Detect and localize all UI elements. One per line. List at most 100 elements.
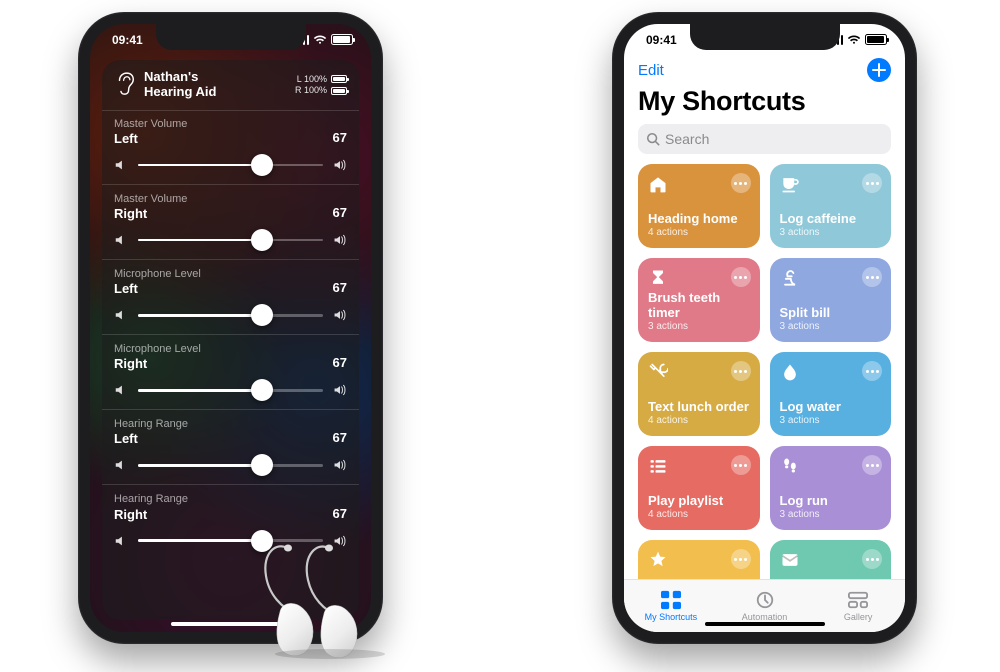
- plus-icon: [872, 63, 886, 77]
- tile-more-button[interactable]: [862, 267, 882, 287]
- shortcut-tile[interactable]: Text lunch order4 actions: [638, 352, 760, 436]
- slider-track[interactable]: [138, 239, 323, 242]
- hearing-aid-hardware-image: [252, 540, 402, 660]
- slider-side: Right: [114, 206, 347, 221]
- search-icon: [646, 132, 660, 146]
- slider[interactable]: [114, 383, 347, 397]
- tile-subtitle: 3 actions: [780, 227, 882, 238]
- slider[interactable]: [114, 458, 347, 472]
- slider-category: Master Volume: [114, 193, 347, 205]
- add-button[interactable]: [867, 58, 891, 82]
- slider-knob[interactable]: [251, 154, 273, 176]
- gallery-icon: [847, 590, 869, 610]
- tile-name: Log run: [780, 493, 882, 508]
- slider-knob[interactable]: [251, 304, 273, 326]
- tile-name: Brush teeth timer: [648, 290, 750, 320]
- wifi-icon: [847, 35, 861, 45]
- tile-name: Split bill: [780, 305, 882, 320]
- slider-side: Left: [114, 281, 347, 296]
- slider[interactable]: [114, 308, 347, 322]
- slider-group: Microphone LevelRight67: [102, 335, 359, 410]
- battery-icon: [331, 34, 353, 45]
- slider-category: Master Volume: [114, 118, 347, 130]
- tile-subtitle: 4 actions: [648, 509, 750, 520]
- status-time: 09:41: [112, 33, 143, 47]
- tile-subtitle: 3 actions: [648, 321, 750, 332]
- battery-mini-icon: [331, 75, 347, 83]
- slider-group: Master VolumeRight67: [102, 185, 359, 260]
- hearing-aid-panel: Nathan's Hearing Aid L 100% R 100% Maste…: [102, 60, 359, 620]
- tile-more-button[interactable]: [862, 549, 882, 569]
- shortcut-tile[interactable]: [770, 540, 892, 580]
- tile-subtitle: 4 actions: [648, 415, 750, 426]
- slider-group: Master VolumeLeft67: [102, 110, 359, 185]
- slider-value: 67: [333, 355, 347, 370]
- tile-more-button[interactable]: [731, 173, 751, 193]
- tab-gallery[interactable]: Gallery: [811, 580, 905, 632]
- search-placeholder: Search: [665, 131, 709, 147]
- slider[interactable]: [114, 158, 347, 172]
- volume-high-icon: [333, 458, 347, 472]
- slider-track[interactable]: [138, 464, 323, 467]
- slider-knob[interactable]: [251, 379, 273, 401]
- tile-name: Log water: [780, 399, 882, 414]
- volume-low-icon: [114, 534, 128, 548]
- tile-more-button[interactable]: [862, 455, 882, 475]
- tile-more-button[interactable]: [731, 267, 751, 287]
- slider-side: Right: [114, 507, 347, 522]
- slider[interactable]: [114, 233, 347, 247]
- slider-knob[interactable]: [251, 454, 273, 476]
- tile-more-button[interactable]: [731, 361, 751, 381]
- slider-value: 67: [333, 205, 347, 220]
- panel-header[interactable]: Nathan's Hearing Aid L 100% R 100%: [102, 60, 359, 111]
- tile-more-button[interactable]: [731, 549, 751, 569]
- shortcut-tile[interactable]: Split bill3 actions: [770, 258, 892, 342]
- slider-side: Left: [114, 431, 347, 446]
- shortcut-tile[interactable]: Heading home4 actions: [638, 164, 760, 248]
- slider-value: 67: [333, 280, 347, 295]
- shortcut-tile[interactable]: Log run3 actions: [770, 446, 892, 530]
- slider-category: Hearing Range: [114, 418, 347, 430]
- tile-more-button[interactable]: [731, 455, 751, 475]
- tile-more-button[interactable]: [862, 361, 882, 381]
- slider-side: Left: [114, 131, 347, 146]
- phone-shortcuts: 09:41 Edit My Shortcuts Search Heading h…: [612, 12, 917, 644]
- shortcut-tile[interactable]: Log water3 actions: [770, 352, 892, 436]
- slider-category: Microphone Level: [114, 343, 347, 355]
- slider-group: Hearing RangeLeft67: [102, 410, 359, 485]
- notch: [690, 24, 840, 50]
- status-time: 09:41: [646, 33, 677, 47]
- battery-icon: [865, 34, 887, 45]
- slider-category: Hearing Range: [114, 493, 347, 505]
- tile-subtitle: 3 actions: [780, 321, 882, 332]
- tile-subtitle: 4 actions: [648, 227, 750, 238]
- tile-name: Heading home: [648, 211, 750, 226]
- search-field[interactable]: Search: [638, 124, 891, 154]
- edit-button[interactable]: Edit: [638, 62, 664, 79]
- battery-mini-icon: [331, 87, 347, 95]
- slider-category: Microphone Level: [114, 268, 347, 280]
- tile-subtitle: 3 actions: [780, 415, 882, 426]
- nav-bar: Edit: [638, 58, 891, 82]
- device-name-line1: Nathan's: [144, 70, 216, 85]
- notch: [156, 24, 306, 50]
- shortcut-tile[interactable]: Brush teeth timer3 actions: [638, 258, 760, 342]
- shortcut-tile[interactable]: [638, 540, 760, 580]
- tile-subtitle: 3 actions: [780, 509, 882, 520]
- home-indicator[interactable]: [705, 622, 825, 626]
- slider-knob[interactable]: [251, 229, 273, 251]
- slider-track[interactable]: [138, 389, 323, 392]
- slider-track[interactable]: [138, 314, 323, 317]
- shortcut-tile[interactable]: Log caffeine3 actions: [770, 164, 892, 248]
- volume-low-icon: [114, 158, 128, 172]
- slider-value: 67: [333, 430, 347, 445]
- shortcuts-grid-icon: [660, 590, 682, 610]
- automation-icon: [754, 590, 776, 610]
- volume-high-icon: [333, 308, 347, 322]
- device-name-line2: Hearing Aid: [144, 85, 216, 100]
- volume-low-icon: [114, 383, 128, 397]
- shortcut-tile[interactable]: Play playlist4 actions: [638, 446, 760, 530]
- tile-more-button[interactable]: [862, 173, 882, 193]
- tile-name: Text lunch order: [648, 399, 750, 414]
- slider-track[interactable]: [138, 164, 323, 167]
